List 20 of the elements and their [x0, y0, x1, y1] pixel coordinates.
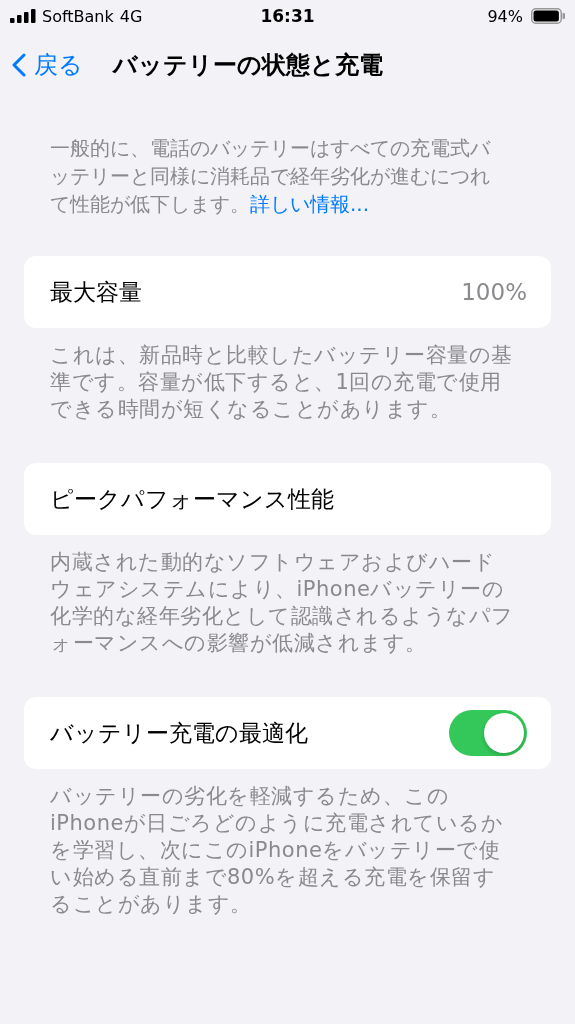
network-type: 4G — [119, 6, 143, 26]
battery-percent: 94% — [487, 6, 523, 26]
chevron-icon — [12, 53, 26, 77]
carrier-name: SoftBank — [42, 6, 114, 26]
row-label: バッテリー充電の最適化 — [50, 718, 308, 748]
footer-text: 内蔵された動的なソフトウェアおよびハードウェアシステムにより、iPhoneバッテリーの化学的な経年劣化として認識されるようなパフォーマンスへの影響が低減されます。 — [50, 549, 515, 657]
settings-row[interactable]: バッテリー充電の最適化 — [24, 697, 551, 769]
row-label: ピークパフォーマンス性能 — [50, 484, 334, 514]
row-value: 100% — [461, 279, 527, 305]
battery-icon — [531, 8, 565, 24]
row-label: 最大容量 — [50, 277, 142, 307]
description-text: 一般的に、電話のバッテリーはすべての充電式バッテリーと同様に消耗品で経年劣化が進むにつれて性能が低下します。詳しい情報... — [50, 135, 492, 218]
footer-text: バッテリーの劣化を軽減するため、このiPhoneが日ごろどのように充電されているかを学習し、次にこのiPhoneをバッテリーで使い始める直前まで80%を超える充電を保留することがあります。 — [50, 783, 505, 918]
toggle-switch[interactable] — [449, 710, 527, 756]
signal-icon — [10, 9, 36, 23]
status-time: 16:31 — [260, 6, 315, 26]
learn-more-link[interactable]: 詳しい情報... — [250, 192, 370, 216]
footer-text: これは、新品時と比較したバッテリー容量の基準です。容量が低下すると、1回の充電で使用できる時間が短くなることがあります。 — [50, 342, 514, 423]
back-button[interactable]: 戻る — [12, 49, 83, 81]
page-title: バッテリーの状態と充電 — [113, 50, 383, 81]
